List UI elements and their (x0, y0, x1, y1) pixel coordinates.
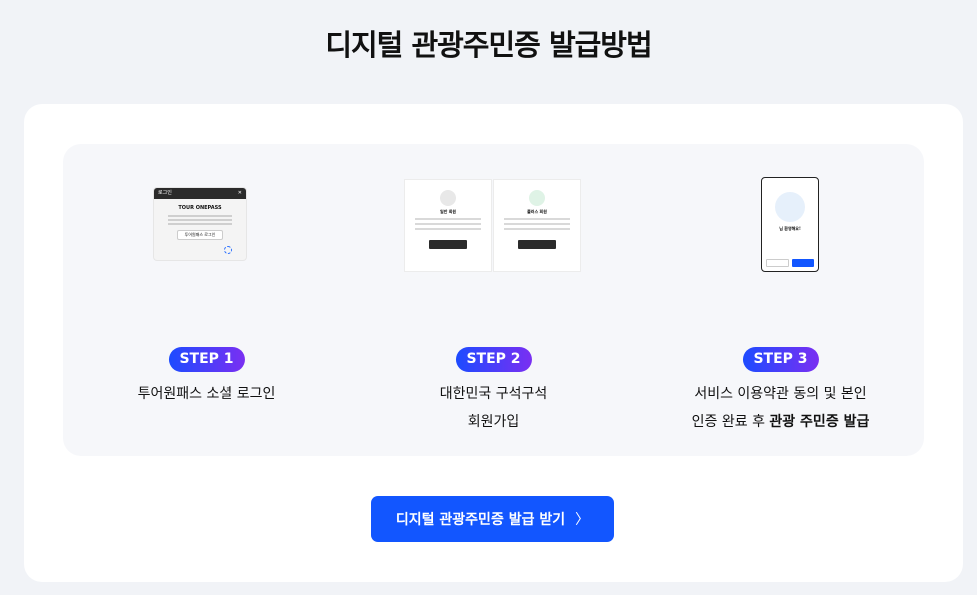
step-badge: STEP 2 (455, 347, 532, 372)
step-description-line: 회원가입 (467, 414, 520, 430)
welcome-text: 님 환영해요! (779, 226, 801, 231)
highlight-text: 관광 주민증 발급 (769, 414, 870, 430)
user-icon (440, 190, 456, 206)
step-description: 대한민국 구석구석 회원가입 (350, 380, 637, 436)
login-button-mock: 투어원패스 로그인 (177, 230, 223, 240)
join-button-mock (429, 240, 467, 249)
phone-buttons (766, 259, 814, 267)
step-3: 님 환영해요! STEP 3 서비스 이용약관 동의 및 본인 인증 완료 후 … (637, 144, 924, 456)
cta-label: 디지털 관광주민증 발급 받기 (395, 512, 566, 528)
close-icon: ✕ (237, 190, 242, 196)
cursor-icon (224, 246, 232, 254)
step-description-line: 서비스 이용약관 동의 및 본인 (694, 386, 867, 402)
step-2: 일반 회원 플러스 회원 STEP 2 대한민국 구석구석 회원가입 (350, 144, 637, 456)
plus-member-pane: 플러스 회원 (494, 180, 580, 271)
pane-title: 일반 회원 (439, 209, 457, 214)
general-member-pane: 일반 회원 (405, 180, 491, 271)
step-1: 로그인 ✕ TOUR ONEPASS 투어원패스 로그인 STEP 1 투어원패… (63, 144, 350, 456)
step-description: 서비스 이용약관 동의 및 본인 인증 완료 후 관광 주민증 발급 (637, 380, 924, 436)
pane-title: 플러스 회원 (527, 209, 547, 214)
step-1-thumbnail: 로그인 ✕ TOUR ONEPASS 투어원패스 로그인 (63, 188, 350, 338)
step-description-line: 인증 완료 후 관광 주민증 발급 (691, 414, 870, 430)
login-window-mock: 로그인 ✕ TOUR ONEPASS 투어원패스 로그인 (154, 188, 246, 260)
step-description-line: 투어원패스 소셜 로그인 (137, 386, 276, 402)
issue-resident-card-button[interactable]: 디지털 관광주민증 발급 받기 〉 (371, 496, 614, 542)
chevron-right-icon: 〉 (575, 512, 590, 528)
step-badge: STEP 3 (742, 347, 819, 372)
mascot-icon (775, 192, 805, 222)
tour-onepass-logo: TOUR ONEPASS (178, 205, 222, 211)
step-3-thumbnail: 님 환영해요! (637, 177, 924, 338)
login-text-lines (168, 215, 232, 225)
guide-card: 로그인 ✕ TOUR ONEPASS 투어원패스 로그인 STEP 1 투어원패… (24, 104, 963, 582)
steps-panel: 로그인 ✕ TOUR ONEPASS 투어원패스 로그인 STEP 1 투어원패… (63, 144, 924, 456)
phone-mock: 님 환영해요! (761, 177, 819, 272)
step-description: 투어원패스 소셜 로그인 (63, 380, 350, 408)
step-description-line: 대한민국 구석구석 (439, 386, 548, 402)
page-title: 디지털 관광주민증 발급방법 (325, 28, 652, 62)
step-2-thumbnail: 일반 회원 플러스 회원 (350, 180, 637, 338)
user-plus-icon (529, 190, 545, 206)
login-window-title: 로그인 (158, 190, 172, 196)
step-badge: STEP 1 (168, 347, 245, 372)
join-button-mock (518, 240, 556, 249)
login-window-bar: 로그인 ✕ (154, 188, 246, 199)
